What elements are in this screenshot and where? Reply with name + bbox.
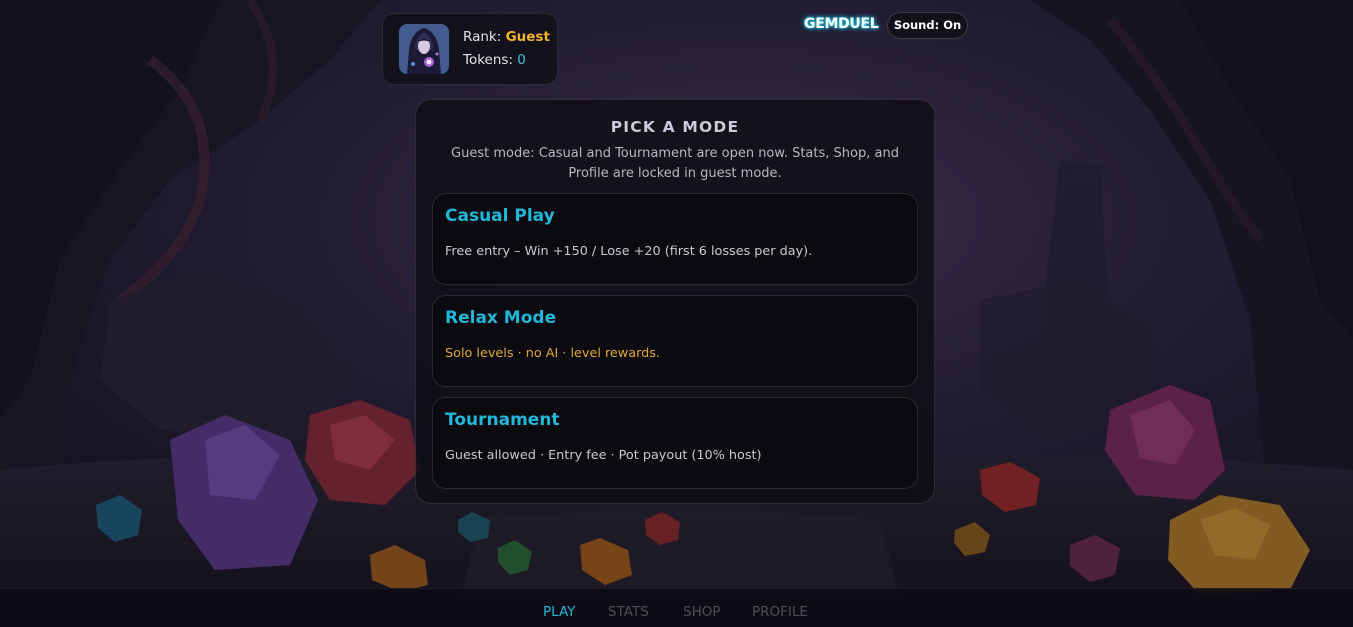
nav-item-stats[interactable]: STATS bbox=[608, 604, 649, 620]
hooded-mage-avatar-icon bbox=[399, 24, 449, 74]
tokens-label: Tokens: bbox=[463, 52, 513, 68]
mode-name: Relax Mode bbox=[445, 308, 557, 328]
mode-description: Solo levels · no AI · level rewards. bbox=[445, 346, 660, 361]
nav-item-play[interactable]: PLAY bbox=[543, 604, 575, 620]
rank-line: Rank: Guest bbox=[463, 29, 550, 45]
mode-description: Guest allowed · Entry fee · Pot payout (… bbox=[445, 448, 762, 463]
panel-title: PICK A MODE bbox=[610, 118, 740, 136]
mode-description: Free entry – Win +150 / Lose +20 (first … bbox=[445, 244, 813, 259]
gemduel-logo: GEMDUEL bbox=[804, 16, 879, 32]
sound-toggle-button[interactable]: Sound: On bbox=[887, 12, 968, 39]
bottom-nav: PLAY STATS SHOP PROFILE bbox=[0, 588, 1353, 627]
pick-mode-panel: PICK A MODE Guest mode: Casual and Tourn… bbox=[415, 99, 935, 504]
mode-card-casual-play[interactable]: Casual Play Free entry – Win +150 / Lose… bbox=[432, 193, 918, 285]
rank-value: Guest bbox=[505, 29, 550, 45]
mode-card-tournament[interactable]: Tournament Guest allowed · Entry fee · P… bbox=[432, 397, 918, 489]
mode-name: Casual Play bbox=[445, 206, 555, 226]
nav-item-shop[interactable]: SHOP bbox=[683, 604, 721, 620]
player-card: Rank: Guest Tokens: 0 bbox=[382, 13, 558, 85]
rank-label: Rank: bbox=[463, 29, 502, 45]
panel-subtitle: Guest mode: Casual and Tournament are op… bbox=[451, 146, 899, 181]
player-avatar[interactable] bbox=[399, 24, 449, 74]
mode-card-relax-mode[interactable]: Relax Mode Solo levels · no AI · level r… bbox=[432, 295, 918, 387]
tokens-value: 0 bbox=[517, 52, 526, 68]
mode-name: Tournament bbox=[445, 410, 560, 430]
nav-item-profile[interactable]: PROFILE bbox=[752, 604, 808, 620]
tokens-line: Tokens: 0 bbox=[463, 52, 526, 68]
